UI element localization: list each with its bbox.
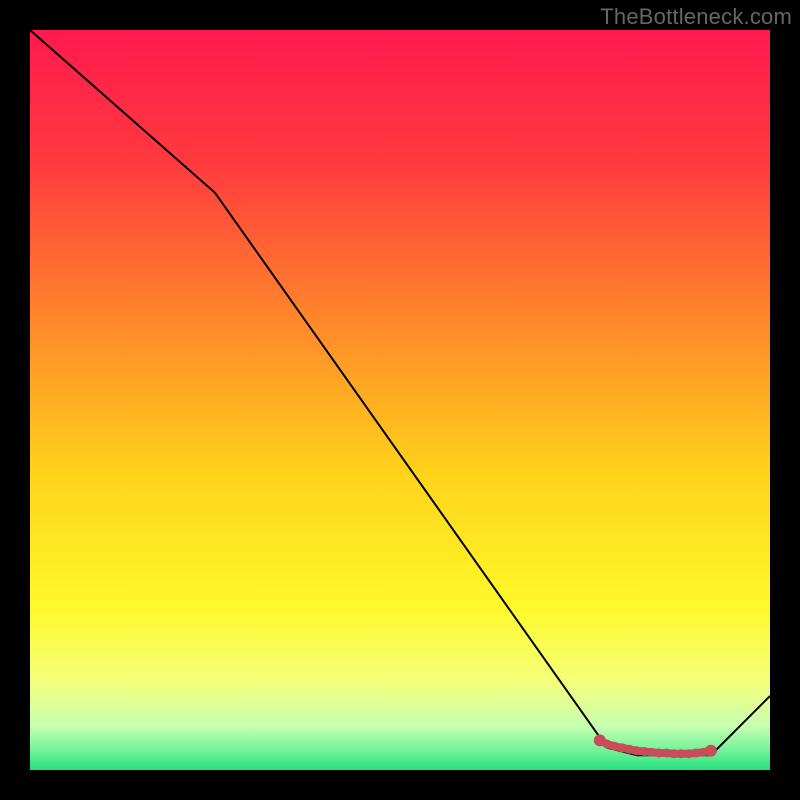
- plot-svg: [30, 30, 770, 770]
- optimal-zone-dot: [705, 745, 717, 757]
- optimal-zone-dot: [625, 745, 634, 754]
- chart-frame: TheBottleneck.com: [0, 0, 800, 800]
- plot-area: [30, 30, 770, 770]
- watermark-text: TheBottleneck.com: [600, 4, 792, 30]
- optimal-zone-dot: [610, 742, 619, 751]
- optimal-zone-dot: [618, 743, 627, 752]
- gradient-background: [30, 30, 770, 770]
